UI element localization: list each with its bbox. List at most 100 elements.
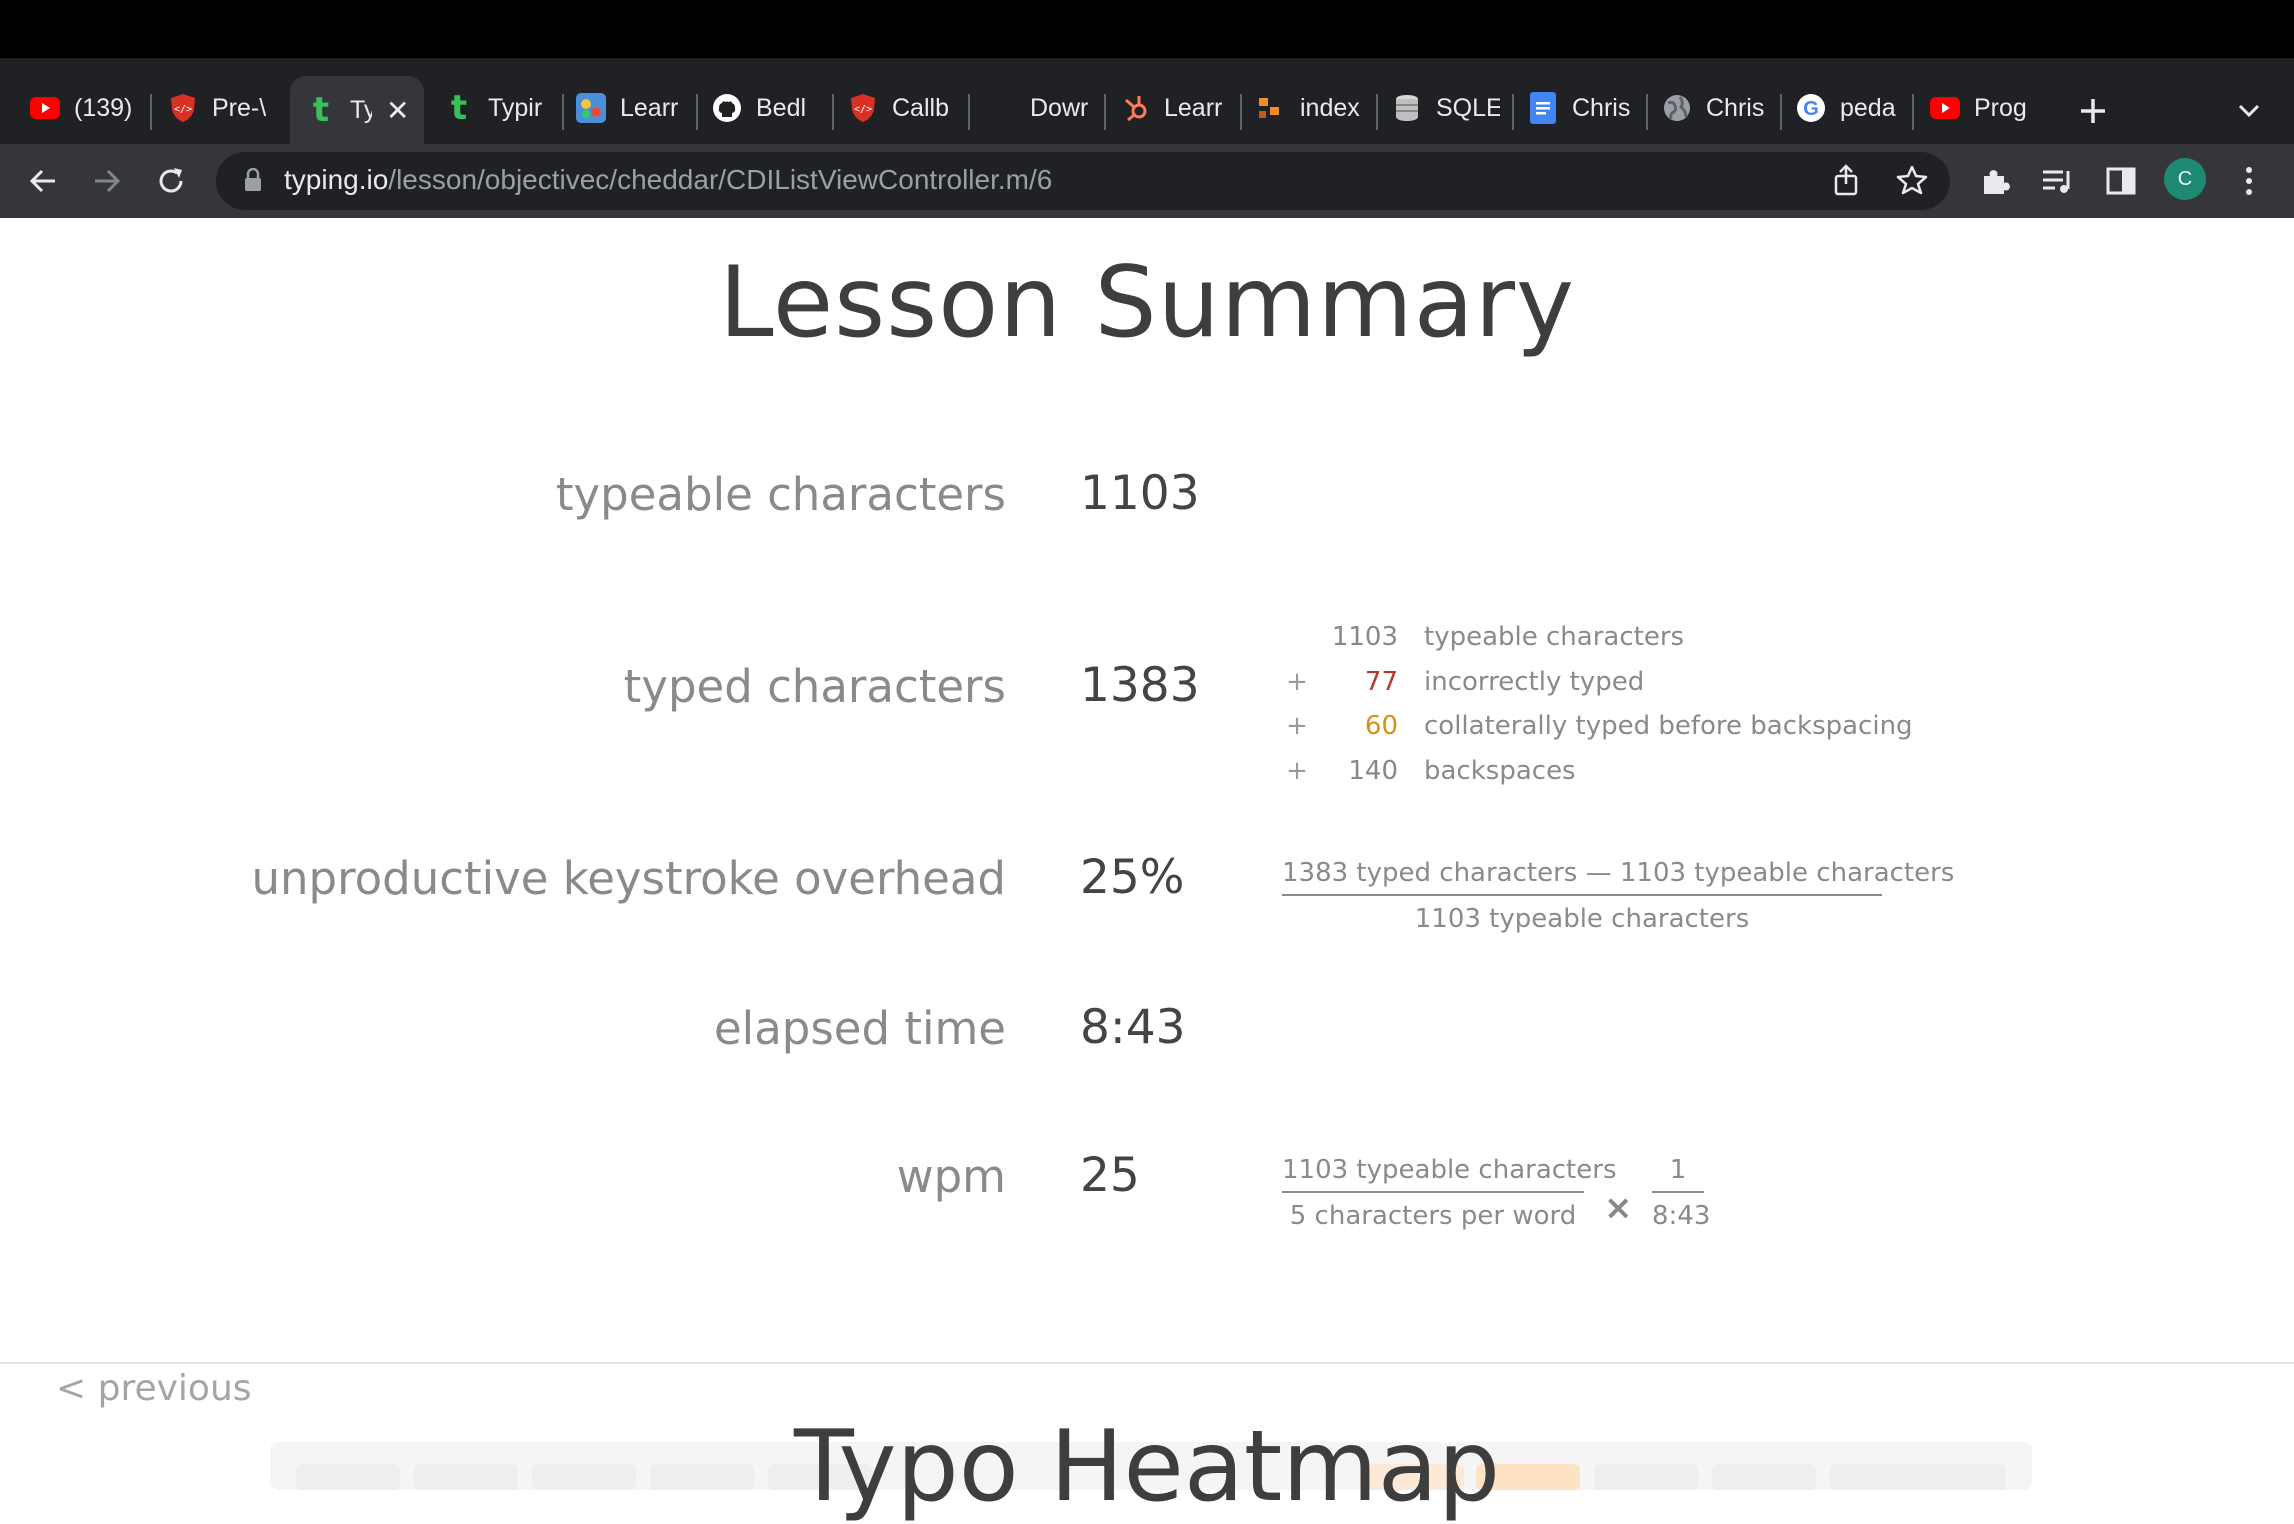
tab-label: Callb [892, 93, 949, 122]
youtube-icon [30, 93, 60, 123]
tab-label: Prog [1974, 93, 2027, 122]
breakdown-op: + [1286, 711, 1308, 741]
blank-icon [986, 93, 1016, 123]
wpm-frac1-denominator: 5 characters per word [1289, 1201, 1577, 1231]
wpm-frac2-denominator: 8:43 [1652, 1201, 1711, 1231]
reload-icon[interactable] [148, 158, 194, 204]
tab-label: Learr [620, 93, 679, 122]
youtube-icon [1930, 93, 1960, 123]
tab-label: Dowr [1030, 93, 1089, 122]
tab-separator [968, 94, 970, 130]
tab-label: Chris [1572, 93, 1631, 122]
stat-label-overhead: unproductive keystroke overhead [251, 852, 1007, 905]
tab-callback[interactable]: </> Callb [848, 78, 954, 138]
typing-t-icon: t [312, 90, 330, 130]
wpm-frac1-numerator: 1103 typeable characters [1282, 1155, 1616, 1193]
breakdown-num: 1103 [1331, 622, 1398, 652]
breakdown-text: incorrectly typed [1424, 667, 1645, 697]
tab-index[interactable]: index [1256, 78, 1362, 138]
tab-github[interactable]: Bedl [712, 78, 818, 138]
url-path: /lesson/objectivec/cheddar/CDIListViewCo… [388, 164, 1053, 195]
tab-typing-active[interactable]: t Ty ✕ [290, 76, 424, 144]
share-icon[interactable] [1832, 164, 1860, 200]
stat-label-wpm: wpm [896, 1150, 1006, 1203]
tab-label: Chris [1706, 93, 1765, 122]
tab-separator [696, 94, 698, 130]
stat-value-wpm: 25 [1080, 1148, 1140, 1203]
tab-youtube-1[interactable]: (139) [30, 78, 140, 138]
tab-label: (139) [74, 93, 133, 122]
breakdown-op: + [1286, 756, 1308, 786]
hubspot-icon [1120, 93, 1150, 123]
tab-google[interactable]: G peda [1796, 78, 1900, 138]
section-divider [0, 1362, 2294, 1364]
back-arrow-icon[interactable] [20, 158, 66, 204]
tab-typing[interactable]: t Typir [444, 78, 556, 138]
overhead-denominator: 1103 typeable characters [1414, 904, 1750, 934]
svg-text:G: G [1803, 98, 1819, 120]
orange-blocks-icon [1256, 93, 1286, 123]
tab-docs[interactable]: Chris [1528, 78, 1634, 138]
url-text: typing.io/lesson/objectivec/cheddar/CDIL… [284, 164, 1052, 196]
svg-text:</>: </> [854, 104, 872, 115]
overhead-numerator: 1383 typed characters — 1103 typeable ch… [1282, 858, 1954, 896]
database-icon [1392, 93, 1422, 123]
tab-youtube-2[interactable]: Prog [1930, 78, 2036, 138]
tab-learn-1[interactable]: Learr [576, 78, 682, 138]
tab-label: Ty [350, 95, 372, 124]
tab-label: Typir [488, 93, 543, 122]
bookmark-star-icon[interactable] [1896, 164, 1928, 200]
tab-separator [1646, 94, 1648, 130]
side-panel-icon[interactable] [2098, 158, 2144, 204]
wpm-frac2-numerator: 1 [1652, 1155, 1704, 1193]
stat-label-elapsed: elapsed time [714, 1002, 1006, 1055]
menu-kebab-icon[interactable] [2226, 158, 2272, 204]
stat-label-typeable: typeable characters [555, 468, 1006, 521]
tab-search-chevron-icon[interactable] [2226, 88, 2272, 134]
tab-separator [1512, 94, 1514, 130]
tab-download[interactable]: Dowr [986, 78, 1090, 138]
window-top-bar [0, 0, 2294, 58]
tab-pre[interactable]: </> Pre-\ [168, 78, 272, 138]
tab-sqlite[interactable]: SQLE [1392, 78, 1500, 138]
stat-value-typeable: 1103 [1080, 466, 1200, 521]
docs-icon [1528, 92, 1558, 124]
stat-value-overhead: 25% [1080, 850, 1185, 905]
close-tab-icon[interactable]: ✕ [386, 94, 409, 127]
previous-link[interactable]: < previous [56, 1368, 252, 1409]
shield-code-icon: </> [168, 93, 198, 123]
breakdown-text: typeable characters [1424, 622, 1685, 652]
tab-label: SQLE [1436, 93, 1500, 122]
breakdown-num-incorrect: 77 [1364, 667, 1398, 697]
profile-avatar[interactable]: C [2164, 158, 2206, 200]
tab-globe[interactable]: Chris [1662, 78, 1768, 138]
stat-value-elapsed: 8:43 [1080, 1000, 1186, 1055]
tab-separator [1104, 94, 1106, 130]
tab-label: Bedl [756, 93, 807, 122]
address-bar[interactable]: typing.io/lesson/objectivec/cheddar/CDIL… [216, 152, 1950, 210]
breakdown-num-collateral: 60 [1364, 711, 1398, 741]
shield-code-icon: </> [848, 93, 878, 123]
page-title: Lesson Summary [718, 246, 1576, 360]
tab-separator [1376, 94, 1378, 130]
new-tab-icon[interactable] [2070, 88, 2116, 134]
stat-label-typed: typed characters [623, 660, 1006, 713]
extensions-puzzle-icon[interactable] [1972, 158, 2018, 204]
lock-icon[interactable] [244, 167, 262, 196]
overhead-formula: 1383 typed characters — 1103 typeable ch… [1282, 858, 1954, 934]
tab-separator [562, 94, 564, 130]
stat-value-typed: 1383 [1080, 658, 1200, 713]
tab-separator [1240, 94, 1242, 130]
tab-learn-2[interactable]: Learr [1120, 78, 1226, 138]
svg-text:</>: </> [174, 104, 192, 115]
breakdown-text: backspaces [1424, 756, 1576, 786]
tab-separator [832, 94, 834, 130]
heatmap-title: Typo Heatmap [793, 1410, 1501, 1524]
tab-separator [1780, 94, 1782, 130]
typing-t-icon: t [450, 88, 468, 128]
forward-arrow-icon[interactable] [84, 158, 130, 204]
media-queue-icon[interactable] [2034, 158, 2080, 204]
breakdown-op: + [1286, 667, 1308, 697]
tab-label: index [1300, 93, 1360, 122]
page-content: Lesson Summary typeable characters 1103 … [0, 218, 2294, 1490]
